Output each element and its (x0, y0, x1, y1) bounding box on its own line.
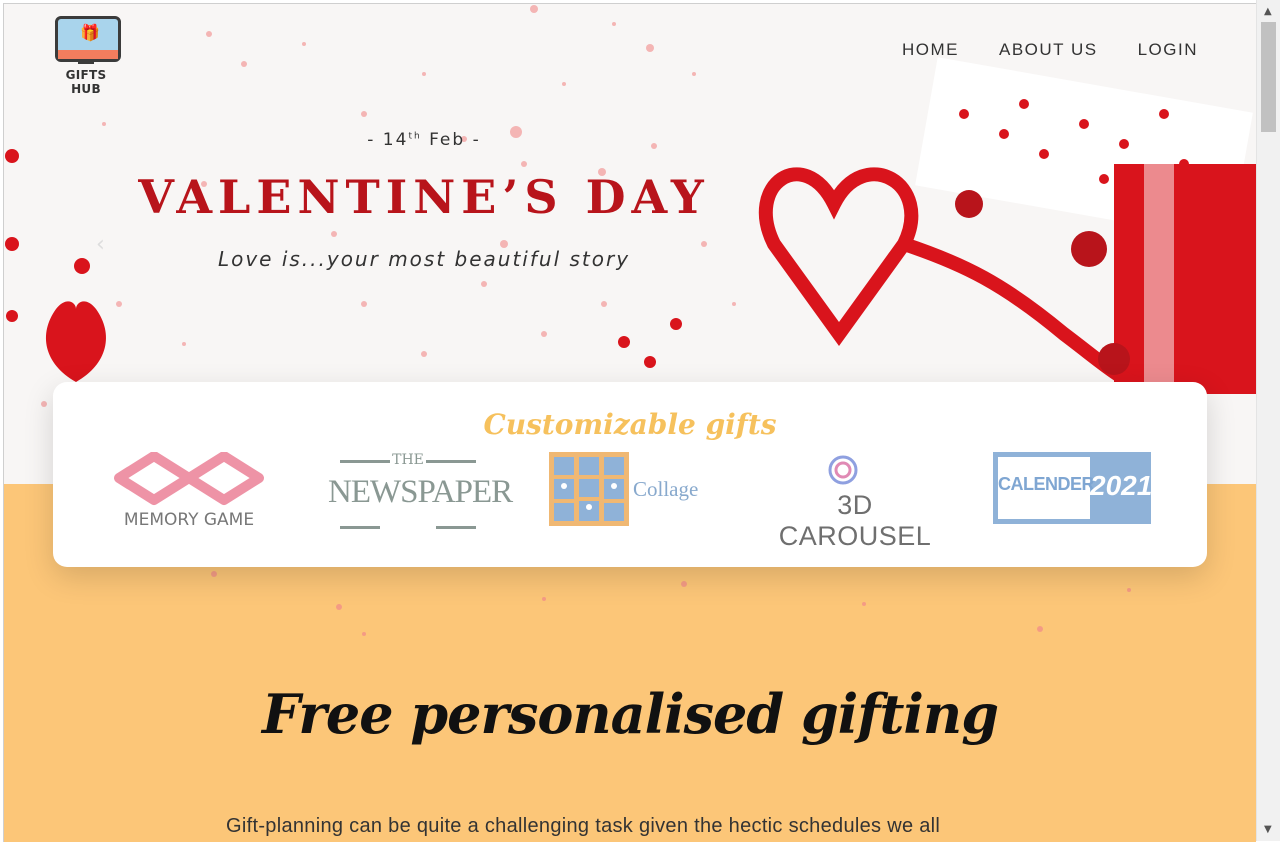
calendar-icon: CALENDER 2021 (993, 452, 1152, 524)
newspaper-link[interactable]: THE NEWSPAPER (328, 452, 513, 532)
scroll-down-icon[interactable]: ▼ (1264, 824, 1272, 835)
hero-title: VALENTINE’S DAY (138, 170, 710, 224)
scroll-up-icon[interactable]: ▲ (1264, 6, 1272, 17)
spiral-icon (828, 455, 858, 485)
nav-login-link[interactable]: LOGIN (1138, 40, 1198, 60)
monitor-icon: 🎁 (55, 16, 121, 62)
gift-boxes-image (758, 57, 1256, 394)
nav-home-link[interactable]: HOME (902, 40, 959, 60)
customizable-gifts-title: Customizable gifts (483, 408, 777, 441)
memory-game-link[interactable]: MEMORY GAME (109, 452, 269, 532)
brand-name: GIFTS HUB (65, 68, 107, 96)
customizable-gifts-card: Customizable gifts MEMORY GAME THE NEWSP… (53, 382, 1207, 567)
section-heading: Free personalised gifting (262, 682, 999, 746)
page: 🎁 GIFTS HUB HOME ABOUT US LOGIN - 14th F… (3, 3, 1256, 842)
collage-icon (549, 452, 629, 526)
nav-about-link[interactable]: ABOUT US (999, 40, 1098, 60)
hero-date: - 14th Feb - (367, 130, 481, 150)
hero-tagline: Love is...your most beautiful story (217, 247, 631, 271)
gifts-hub-logo[interactable]: 🎁 GIFTS HUB (50, 16, 122, 96)
section-paragraph: Gift-planning can be quite a challenging… (226, 815, 941, 837)
gift-icon: 🎁 (80, 23, 100, 42)
page-scrollbar[interactable]: ▲ ▼ (1256, 0, 1280, 841)
scrollbar-thumb[interactable] (1261, 22, 1276, 132)
main-nav: HOME ABOUT US LOGIN (902, 40, 1198, 60)
3d-carousel-link[interactable]: 3D CAROUSEL (765, 452, 945, 551)
carousel-prev-icon[interactable]: ‹ (96, 232, 105, 257)
collage-link[interactable]: Collage (549, 452, 729, 532)
calendar-link[interactable]: CALENDER 2021 (993, 452, 1153, 532)
infinity-icon (114, 452, 264, 505)
